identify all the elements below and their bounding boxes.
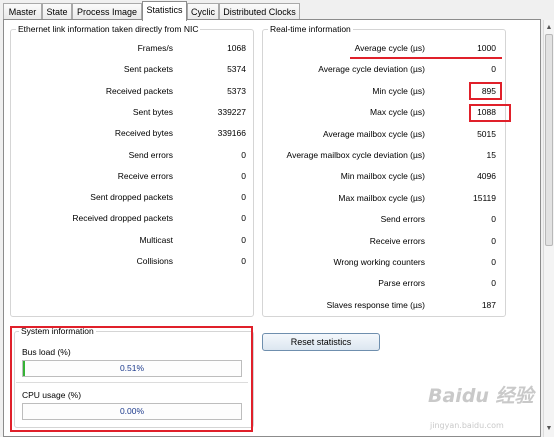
realtime-row: Average cycle (µs) 1000 bbox=[263, 42, 507, 54]
realtime-row: Parse errors 0 bbox=[263, 277, 507, 289]
ethernet-row-value: 0 bbox=[241, 149, 246, 160]
realtime-row-value: 0 bbox=[491, 235, 496, 246]
realtime-row-label: Min cycle (µs) bbox=[372, 85, 425, 96]
realtime-group-title: Real-time information bbox=[268, 24, 353, 35]
ethernet-row-value: 0 bbox=[241, 234, 246, 245]
system-info-title: System information bbox=[19, 326, 96, 337]
ethernet-row: Sent packets 5374 bbox=[11, 63, 255, 75]
reset-statistics-button[interactable]: Reset statistics bbox=[262, 333, 380, 351]
ethernet-row: Received packets 5373 bbox=[11, 85, 255, 97]
tab-cyclic[interactable]: Cyclic bbox=[187, 3, 219, 20]
realtime-row-label: Average mailbox cycle deviation (µs) bbox=[286, 150, 425, 160]
realtime-row-label: Average mailbox cycle (µs) bbox=[322, 128, 425, 139]
cpu-usage-progress: 0.00% bbox=[22, 403, 242, 420]
ethernet-row: Multicast 0 bbox=[11, 234, 255, 246]
ethernet-row-value: 0 bbox=[241, 213, 246, 224]
realtime-row: Wrong working counters 0 bbox=[263, 256, 507, 268]
realtime-row: Average mailbox cycle (µs) 5015 bbox=[263, 128, 507, 140]
realtime-row: Send errors 0 bbox=[263, 213, 507, 225]
realtime-row-value: 0 bbox=[491, 214, 496, 225]
average-cycle-underline bbox=[350, 57, 502, 59]
ethernet-row-value: 339166 bbox=[217, 128, 246, 139]
ethernet-row: Frames/s 1068 bbox=[11, 42, 255, 54]
ethernet-row-value: 5374 bbox=[227, 64, 246, 75]
cpu-usage-label: CPU usage (%) bbox=[22, 390, 82, 400]
tab-process-image[interactable]: Process Image bbox=[72, 3, 142, 20]
realtime-group: Real-time information Average cycle (µs)… bbox=[262, 24, 507, 317]
ethernet-row-value: 0 bbox=[241, 192, 246, 203]
ethernet-row: Received dropped packets 0 bbox=[11, 212, 255, 224]
ethernet-row: Received bytes 339166 bbox=[11, 127, 255, 139]
realtime-row-value: 1000 bbox=[477, 43, 496, 53]
ethernet-row-label: Frames/s bbox=[137, 43, 173, 53]
realtime-row-label: Parse errors bbox=[378, 278, 425, 289]
realtime-row-value: 4096 bbox=[477, 171, 496, 182]
bus-load-progress: 0.51% bbox=[22, 360, 242, 377]
realtime-row-value: 0 bbox=[491, 64, 496, 75]
realtime-row-value: 15119 bbox=[472, 192, 496, 203]
realtime-row-label: Wrong working counters bbox=[333, 257, 426, 267]
tab-state[interactable]: State bbox=[42, 3, 72, 20]
realtime-row-value: 5015 bbox=[477, 128, 496, 139]
ethernet-group: Ethernet link information taken directly… bbox=[10, 24, 255, 317]
tab-distributed-clocks[interactable]: Distributed Clocks bbox=[219, 3, 300, 20]
realtime-row: Max mailbox cycle (µs) 15119 bbox=[263, 192, 507, 204]
realtime-row: Min mailbox cycle (µs) 4096 bbox=[263, 170, 507, 182]
ethernet-row-value: 1068 bbox=[227, 43, 246, 53]
system-info-separator bbox=[16, 382, 248, 383]
watermark-brand: Baidu 经验 bbox=[428, 385, 534, 407]
realtime-row: Average mailbox cycle deviation (µs) 15 bbox=[263, 149, 507, 161]
realtime-row-label: Max mailbox cycle (µs) bbox=[338, 192, 425, 203]
ethernet-row-label: Sent dropped packets bbox=[90, 192, 173, 203]
ethernet-row-value: 5373 bbox=[227, 85, 246, 96]
realtime-row-value: 15 bbox=[486, 150, 496, 160]
scroll-thumb[interactable] bbox=[545, 34, 553, 246]
vertical-scrollbar[interactable]: ▲ ▼ bbox=[543, 20, 554, 437]
ethernet-row: Send errors 0 bbox=[11, 149, 255, 161]
realtime-row: Slaves response time (µs) 187 bbox=[263, 299, 507, 311]
ethernet-row-label: Received dropped packets bbox=[72, 213, 173, 224]
ethernet-row: Sent dropped packets 0 bbox=[11, 191, 255, 203]
ethernet-row: Collisions 0 bbox=[11, 255, 255, 267]
tab-bar: Master State Process Image Statistics Cy… bbox=[0, 0, 554, 21]
realtime-row-label: Send errors bbox=[380, 214, 425, 225]
ethernet-row-label: Multicast bbox=[139, 234, 173, 245]
realtime-row-value: 1088 bbox=[477, 107, 496, 118]
ethernet-row-value: 339227 bbox=[217, 106, 246, 117]
scroll-up-icon[interactable]: ▲ bbox=[544, 22, 554, 34]
tab-master[interactable]: Master bbox=[3, 3, 42, 20]
watermark-url: jingyan.baidu.com bbox=[430, 421, 504, 430]
ethernet-row-value: 0 bbox=[241, 170, 246, 181]
realtime-row-label: Receive errors bbox=[369, 235, 425, 246]
cpu-usage-value: 0.00% bbox=[119, 406, 145, 416]
ethernet-row-label: Sent bytes bbox=[132, 106, 173, 117]
ethernet-group-title: Ethernet link information taken directly… bbox=[16, 24, 201, 35]
ethernet-row: Sent bytes 339227 bbox=[11, 106, 255, 118]
realtime-row: Min cycle (µs) 895 bbox=[263, 85, 507, 97]
ethernet-row: Receive errors 0 bbox=[11, 170, 255, 182]
bus-load-value: 0.51% bbox=[119, 363, 145, 373]
realtime-row-label: Average cycle deviation (µs) bbox=[318, 64, 425, 75]
realtime-row-label: Max cycle (µs) bbox=[370, 107, 425, 118]
realtime-row-value: 0 bbox=[491, 257, 496, 267]
baidu-watermark: Baidu 经验 jingyan.baidu.com bbox=[420, 381, 550, 433]
ethernet-row-value: 0 bbox=[241, 256, 246, 266]
ethernet-row-label: Collisions bbox=[136, 256, 173, 266]
ethernet-row-label: Receive errors bbox=[117, 170, 173, 181]
bus-load-label: Bus load (%) bbox=[22, 347, 71, 357]
ethernet-row-label: Send errors bbox=[128, 149, 173, 160]
tab-statistics[interactable]: Statistics bbox=[142, 1, 187, 21]
ethernet-row-label: Sent packets bbox=[123, 64, 173, 75]
realtime-row: Average cycle deviation (µs) 0 bbox=[263, 63, 507, 75]
realtime-row-label: Average cycle (µs) bbox=[354, 43, 425, 53]
realtime-row-label: Slaves response time (µs) bbox=[326, 299, 425, 310]
realtime-row-value: 0 bbox=[491, 278, 496, 289]
ethernet-row-label: Received packets bbox=[105, 85, 173, 96]
realtime-row: Max cycle (µs) 1088 bbox=[263, 106, 507, 118]
realtime-row: Receive errors 0 bbox=[263, 235, 507, 247]
realtime-row-label: Min mailbox cycle (µs) bbox=[340, 171, 425, 182]
ethernet-row-label: Received bytes bbox=[114, 128, 173, 139]
realtime-row-value: 187 bbox=[481, 299, 496, 310]
realtime-row-value: 895 bbox=[481, 85, 496, 96]
